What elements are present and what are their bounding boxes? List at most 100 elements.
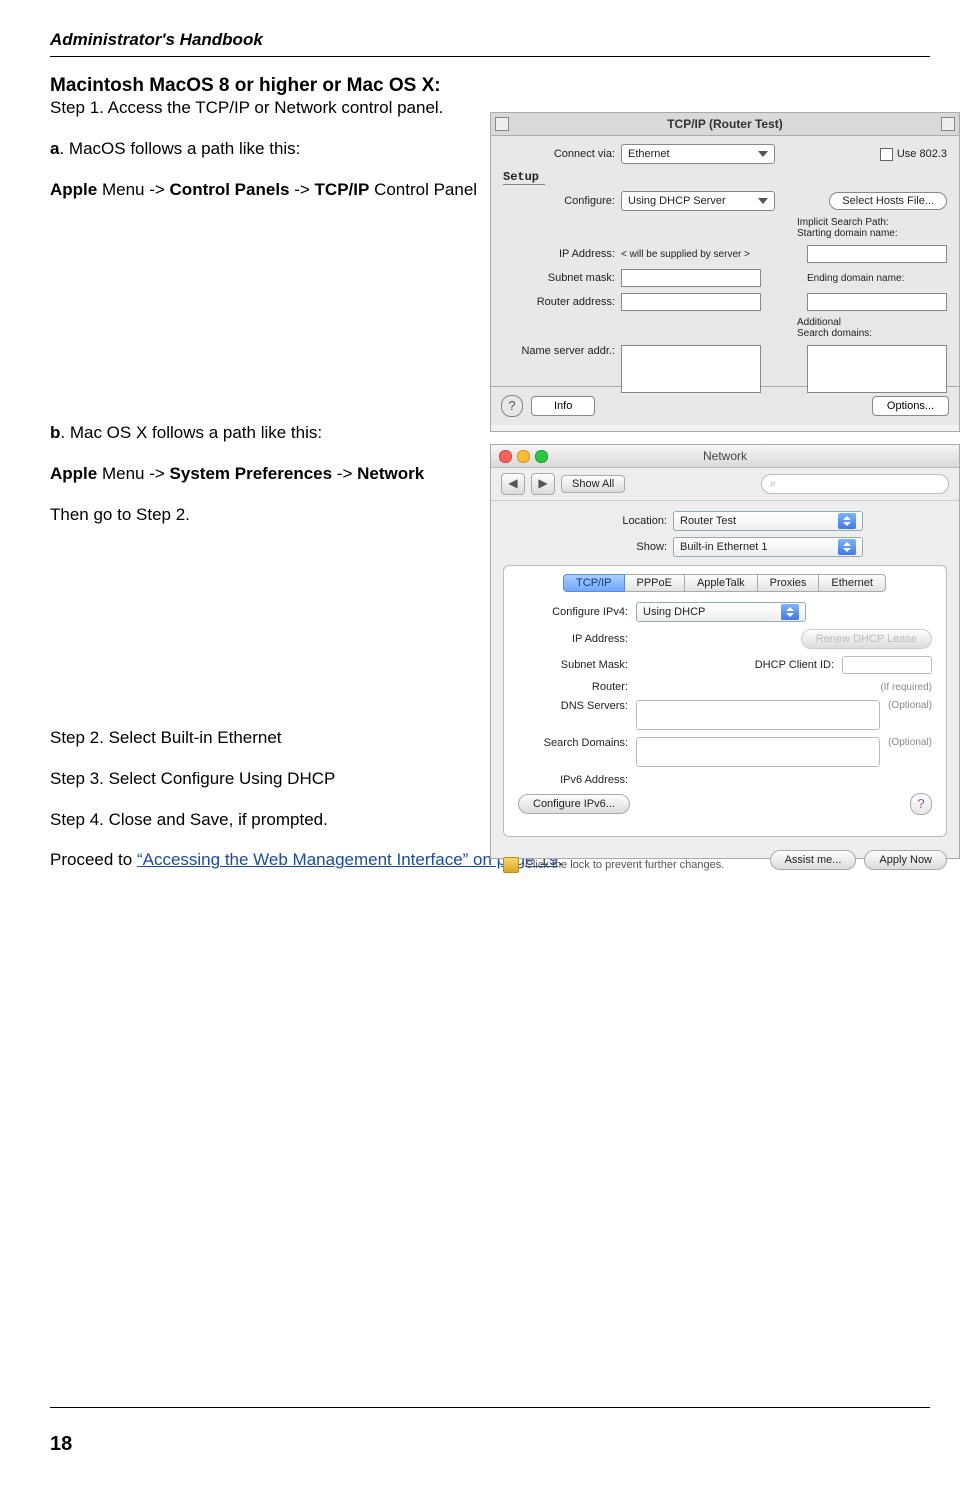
macos9-titlebar: TCP/IP (Router Test) — [491, 113, 959, 136]
ipv6-address-label: IPv6 Address: — [518, 774, 628, 786]
item-b-letter: b — [50, 423, 60, 442]
macosx-title: Network — [703, 449, 747, 463]
cfg-ipv4-value: Using DHCP — [643, 606, 705, 618]
show-all-button[interactable]: Show All — [561, 475, 625, 493]
popup-arrows-icon — [781, 604, 799, 620]
dropdown-arrow-icon — [758, 198, 768, 204]
select-hosts-button[interactable]: Select Hosts File... — [829, 192, 947, 210]
cfg-ipv4-popup[interactable]: Using DHCP — [636, 602, 806, 622]
ip-address-label: IP Address: — [518, 633, 628, 645]
router-addr-field[interactable] — [621, 293, 761, 311]
tab-proxies[interactable]: Proxies — [757, 574, 820, 592]
show-value: Built-in Ethernet 1 — [680, 541, 767, 553]
help-icon[interactable]: ? — [501, 395, 523, 417]
tab-appletalk[interactable]: AppleTalk — [684, 574, 758, 592]
show-popup[interactable]: Built-in Ethernet 1 — [673, 537, 863, 557]
zoom-box-icon[interactable] — [941, 117, 955, 131]
pathb-net: Network — [357, 464, 424, 483]
tab-ethernet[interactable]: Ethernet — [818, 574, 886, 592]
dropdown-arrow-icon — [758, 151, 768, 157]
location-label: Location: — [587, 515, 667, 527]
path-controlpanels: Control Panels — [170, 180, 290, 199]
tab-tcpip[interactable]: TCP/IP — [563, 574, 624, 592]
additional-label: Additional — [797, 317, 841, 328]
minimize-icon[interactable] — [517, 450, 530, 463]
dhcp-client-id-label: DHCP Client ID: — [755, 659, 834, 671]
use-8023-label: Use 802.3 — [897, 148, 947, 160]
item-b-text: . Mac OS X follows a path like this: — [60, 423, 322, 442]
search-domains-field[interactable] — [807, 345, 947, 393]
renew-lease-button[interactable]: Renew DHCP Lease — [801, 629, 932, 649]
pathb-sep2: -> — [332, 464, 357, 483]
dns-servers-field[interactable] — [636, 700, 880, 730]
path-tail: Control Panel — [369, 180, 477, 199]
connect-via-value: Ethernet — [628, 148, 670, 160]
help-icon[interactable]: ? — [910, 793, 932, 815]
ending-domain-field[interactable] — [807, 293, 947, 311]
close-box-icon[interactable] — [495, 117, 509, 131]
info-button[interactable]: Info — [531, 396, 595, 416]
search-domains-label: Search domains: — [797, 328, 872, 339]
path-sep: Menu -> — [97, 180, 169, 199]
dhcp-client-id-field[interactable] — [842, 656, 932, 674]
connect-via-dropdown[interactable]: Ethernet — [621, 144, 775, 164]
optional-note: (Optional) — [888, 700, 932, 711]
tab-pppoe[interactable]: PPPoE — [624, 574, 685, 592]
cfg-ipv4-label: Configure IPv4: — [518, 606, 628, 618]
implicit-label: Implicit Search Path: — [797, 217, 889, 228]
configure-ipv6-button[interactable]: Configure IPv6... — [518, 794, 630, 814]
macos9-screenshot: TCP/IP (Router Test) Connect via: Ethern… — [490, 112, 960, 432]
subnet-label: Subnet mask: — [503, 272, 621, 284]
item-a-text: . MacOS follows a path like this: — [59, 139, 300, 158]
starting-domain-field[interactable] — [807, 245, 947, 263]
search-icon: ⌕ — [770, 478, 776, 491]
nameserver-label: Name server addr.: — [503, 345, 621, 357]
configure-dropdown[interactable]: Using DHCP Server — [621, 191, 775, 211]
dns-servers-label: DNS Servers: — [518, 700, 628, 712]
forward-button[interactable]: ▶ — [531, 473, 555, 495]
assist-me-button[interactable]: Assist me... — [770, 850, 857, 870]
configure-label: Configure: — [503, 195, 621, 207]
apply-now-button[interactable]: Apply Now — [864, 850, 947, 870]
router-label: Router: — [518, 681, 628, 693]
ip-address-value: < will be supplied by server > — [621, 249, 771, 260]
rule-bottom — [50, 1407, 930, 1408]
lock-text: Click the lock to prevent further change… — [525, 859, 724, 871]
macosx-titlebar: Network — [491, 445, 959, 468]
search-field[interactable]: ⌕ — [761, 474, 949, 494]
subnet-mask-label: Subnet Mask: — [518, 659, 628, 671]
pathb-sysp: System Preferences — [170, 464, 333, 483]
popup-arrows-icon — [838, 539, 856, 555]
search-domains-label: Search Domains: — [518, 737, 628, 749]
running-head: Administrator's Handbook — [50, 30, 930, 50]
path-tcpip: TCP/IP — [315, 180, 370, 199]
proceed-pre: Proceed to — [50, 850, 137, 869]
router-addr-label: Router address: — [503, 296, 621, 308]
close-icon[interactable] — [499, 450, 512, 463]
rule-top — [50, 56, 930, 57]
path-sep2: -> — [290, 180, 315, 199]
macosx-screenshot: Network ◀ ▶ Show All ⌕ Location: Router … — [490, 444, 960, 859]
options-button[interactable]: Options... — [872, 396, 949, 416]
location-popup[interactable]: Router Test — [673, 511, 863, 531]
macos9-title: TCP/IP (Router Test) — [667, 117, 783, 131]
show-label: Show: — [587, 541, 667, 553]
connect-via-label: Connect via: — [503, 148, 621, 160]
optional-note2: (Optional) — [888, 737, 932, 748]
section-heading: Macintosh MacOS 8 or higher or Mac OS X: — [50, 75, 441, 96]
starting-domain-label: Starting domain name: — [797, 228, 898, 239]
ending-domain-label: Ending domain name: — [807, 273, 947, 284]
subnet-field[interactable] — [621, 269, 761, 287]
zoom-icon[interactable] — [535, 450, 548, 463]
ip-address-label: IP Address: — [503, 248, 621, 260]
search-domains-field[interactable] — [636, 737, 880, 767]
back-button[interactable]: ◀ — [501, 473, 525, 495]
location-value: Router Test — [680, 515, 736, 527]
use-8023-checkbox[interactable] — [880, 148, 893, 161]
lock-icon[interactable] — [503, 857, 519, 873]
nameserver-field[interactable] — [621, 345, 761, 393]
path-apple: Apple — [50, 180, 97, 199]
pathb-apple: Apple — [50, 464, 97, 483]
page-number: 18 — [50, 1433, 72, 1456]
pathb-sep: Menu -> — [97, 464, 169, 483]
